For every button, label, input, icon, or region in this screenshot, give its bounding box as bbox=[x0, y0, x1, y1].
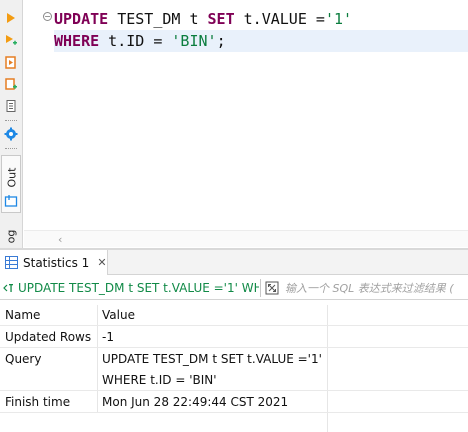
execute-in-new-tab-icon[interactable] bbox=[3, 54, 19, 70]
tab-statistics-label: Statistics 1 bbox=[23, 255, 90, 270]
table-row[interactable]: Query UPDATE TEST_DM t SET t.VALUE ='1' bbox=[0, 349, 468, 370]
string-literal-token: 'BIN' bbox=[171, 32, 217, 50]
row-value-query-line2: WHERE t.ID = 'BIN' bbox=[102, 373, 217, 387]
code-area[interactable]: UPDATE TEST_DM t SET t.VALUE ='1' WHERE … bbox=[54, 0, 468, 230]
row-name-updated-rows: Updated Rows bbox=[5, 330, 92, 344]
close-icon[interactable]: ✕ bbox=[97, 256, 106, 269]
editor-toolbar: Out og bbox=[0, 0, 23, 248]
output-panel-icon[interactable] bbox=[3, 193, 19, 209]
explain-plan-icon[interactable] bbox=[3, 76, 19, 92]
table-row[interactable]: Finish time Mon Jun 28 22:49:44 CST 2021 bbox=[0, 392, 468, 413]
query-preview[interactable]: UPDATE TEST_DM t SET t.VALUE ='1' WH bbox=[3, 276, 259, 300]
statistics-grid-icon bbox=[4, 256, 18, 270]
column-header-value[interactable]: Value bbox=[102, 305, 135, 326]
execute-statement-icon[interactable] bbox=[3, 10, 19, 26]
row-value-finish-time: Mon Jun 28 22:49:44 CST 2021 bbox=[102, 395, 289, 409]
row-value-query-line1: UPDATE TEST_DM t SET t.VALUE ='1' bbox=[102, 352, 322, 366]
keyword-token: WHERE bbox=[54, 32, 100, 50]
filter-input[interactable] bbox=[285, 276, 468, 300]
output-tab[interactable]: Out bbox=[1, 155, 21, 213]
row-value-updated-rows: -1 bbox=[102, 330, 114, 344]
output-tab-label: Out bbox=[5, 167, 19, 187]
query-preview-text: UPDATE TEST_DM t SET t.VALUE ='1' WH bbox=[18, 281, 259, 295]
row-name-finish-time: Finish time bbox=[5, 395, 71, 409]
keyword-token: SET bbox=[207, 10, 235, 28]
sql-query-icon bbox=[3, 282, 15, 294]
result-filter-bar: UPDATE TEST_DM t SET t.VALUE ='1' WH bbox=[0, 276, 468, 300]
load-script-icon[interactable] bbox=[3, 98, 19, 114]
results-tab-strip: Statistics 1 ✕ bbox=[0, 250, 468, 275]
table-row-continuation[interactable]: WHERE t.ID = 'BIN' bbox=[0, 370, 468, 391]
code-token: t.VALUE = bbox=[234, 10, 325, 28]
statistics-table: Name Value Updated Rows -1 Query UPDATE … bbox=[0, 305, 468, 432]
sql-editor[interactable]: − UPDATE TEST_DM t SET t.VALUE ='1' WHER… bbox=[24, 0, 468, 248]
code-line-1: UPDATE TEST_DM t SET t.VALUE ='1' bbox=[54, 8, 468, 30]
divider bbox=[260, 279, 261, 297]
toolbar-separator bbox=[5, 148, 17, 149]
column-header-name[interactable]: Name bbox=[5, 305, 40, 326]
table-row[interactable]: Updated Rows -1 bbox=[0, 327, 468, 348]
code-line-2-current: WHERE t.ID = 'BIN'; bbox=[54, 30, 468, 52]
row-name-query: Query bbox=[5, 352, 42, 366]
settings-gear-icon[interactable] bbox=[3, 126, 19, 142]
fold-collapse-icon[interactable]: − bbox=[43, 12, 52, 21]
code-token: ; bbox=[216, 32, 226, 50]
scroll-left-arrow-icon[interactable]: ‹ bbox=[58, 233, 62, 246]
execute-script-icon[interactable] bbox=[3, 32, 19, 48]
tab-statistics-1[interactable]: Statistics 1 ✕ bbox=[0, 250, 108, 275]
editor-horizontal-scrollbar[interactable]: ‹ bbox=[24, 230, 468, 247]
table-header-row: Name Value bbox=[0, 305, 468, 326]
keyword-token: UPDATE bbox=[54, 10, 109, 28]
log-tab-label[interactable]: og bbox=[2, 227, 20, 245]
string-literal-token: '1' bbox=[324, 10, 353, 28]
code-token: t.ID = bbox=[99, 32, 172, 50]
filter-expand-icon[interactable] bbox=[264, 280, 280, 296]
code-token: TEST_DM t bbox=[108, 10, 208, 28]
toolbar-separator bbox=[5, 120, 17, 121]
